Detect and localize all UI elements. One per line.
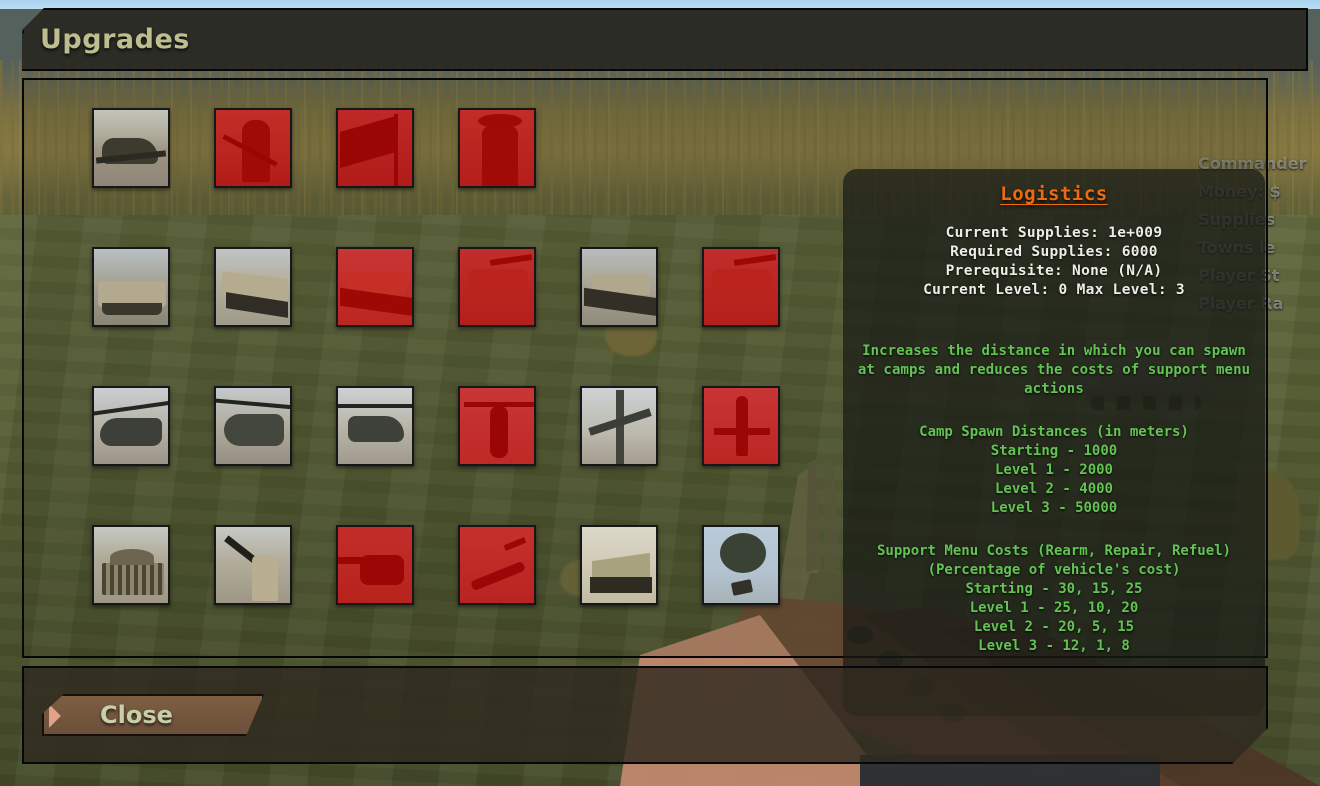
upgrade-grid-row xyxy=(92,386,824,525)
fighter-jet-upgrade-icon xyxy=(582,388,656,464)
infantry-prone-upgrade[interactable] xyxy=(92,108,170,188)
window-footer-bar: Close xyxy=(22,666,1268,764)
section-row: Level 2 - 20, 5, 15 xyxy=(973,619,1135,635)
info-section-support-costs: Support Menu Costs (Rearm, Repair, Refue… xyxy=(843,542,1265,656)
attack-helicopter-upgrade[interactable] xyxy=(458,386,536,466)
bomber-jet-upgrade[interactable] xyxy=(702,386,780,466)
infantry-rifleman-upgrade-icon xyxy=(216,110,290,186)
close-button[interactable]: Close xyxy=(42,694,264,736)
supplies-upgrade[interactable] xyxy=(92,525,170,605)
airdrop-upgrade-icon xyxy=(704,527,778,603)
section-row: Level 1 - 2000 xyxy=(994,462,1113,478)
light-tank-upgrade[interactable] xyxy=(336,247,414,327)
heavy-tank-upgrade-icon xyxy=(704,249,778,325)
upgrades-window: Upgrades Logistics Current Supplies: 1e+… xyxy=(8,8,1308,778)
section-heading: Support Menu Costs (Rearm, Repair, Refue… xyxy=(876,543,1231,559)
airstrike-upgrade-icon xyxy=(460,527,534,603)
upgrade-grid-row xyxy=(92,525,824,664)
light-tank-upgrade-icon xyxy=(338,249,412,325)
medium-tank-upgrade[interactable] xyxy=(458,247,536,327)
info-panel-description: Increases the distance in which you can … xyxy=(857,343,1251,397)
stat-required-supplies: Required Supplies: 6000 xyxy=(950,244,1158,260)
upgrade-grid-row xyxy=(92,247,824,386)
attack-helicopter-upgrade-icon xyxy=(460,388,534,464)
close-button-label: Close xyxy=(100,701,173,729)
transport-helicopter-upgrade-icon xyxy=(94,388,168,464)
page-title: Upgrades xyxy=(40,24,190,55)
scout-helicopter-upgrade-icon xyxy=(338,388,412,464)
window-title-bar: Upgrades xyxy=(22,8,1308,71)
section-heading: Camp Spawn Distances (in meters) xyxy=(919,424,1189,440)
upgrade-icon-grid xyxy=(92,108,824,664)
section-row: Level 1 - 25, 10, 20 xyxy=(969,600,1139,616)
heavy-tank-upgrade[interactable] xyxy=(702,247,780,327)
flag-banner-upgrade[interactable] xyxy=(336,108,414,188)
infantry-heavy-upgrade[interactable] xyxy=(458,108,536,188)
apc-upgrade-icon xyxy=(216,249,290,325)
bunker-upgrade-icon xyxy=(582,527,656,603)
upgrade-info-panel: Logistics Current Supplies: 1e+009 Requi… xyxy=(843,169,1265,716)
airstrike-upgrade[interactable] xyxy=(458,525,536,605)
artillery-upgrade-icon xyxy=(338,527,412,603)
supplies-upgrade-icon xyxy=(94,527,168,603)
info-section-spawn-distances: Camp Spawn Distances (in meters) Startin… xyxy=(843,423,1265,518)
flag-banner-upgrade-icon xyxy=(338,110,412,186)
main-tank-upgrade[interactable] xyxy=(580,247,658,327)
section-row: Starting - 1000 xyxy=(990,443,1118,459)
fighter-jet-upgrade[interactable] xyxy=(580,386,658,466)
upgrade-grid-row xyxy=(92,108,824,247)
artillery-upgrade[interactable] xyxy=(336,525,414,605)
infantry-heavy-upgrade-icon xyxy=(460,110,534,186)
humvee-upgrade-icon xyxy=(94,249,168,325)
transport-helicopter-upgrade[interactable] xyxy=(92,386,170,466)
humvee-upgrade[interactable] xyxy=(92,247,170,327)
arrow-left-icon xyxy=(49,704,61,728)
bunker-upgrade[interactable] xyxy=(580,525,658,605)
scout-helicopter-upgrade[interactable] xyxy=(336,386,414,466)
stat-prerequisite: Prerequisite: None (N/A) xyxy=(945,263,1163,279)
infantry-rifleman-upgrade[interactable] xyxy=(214,108,292,188)
stat-levels: Current Level: 0 Max Level: 3 xyxy=(923,282,1185,298)
medium-tank-upgrade-icon xyxy=(460,249,534,325)
section-row: Level 3 - 50000 xyxy=(990,500,1118,516)
mortar-upgrade[interactable] xyxy=(214,525,292,605)
section-row: Level 3 - 12, 1, 8 xyxy=(978,638,1130,654)
info-panel-stats: Current Supplies: 1e+009 Required Suppli… xyxy=(843,224,1265,300)
airdrop-upgrade[interactable] xyxy=(702,525,780,605)
apc-upgrade[interactable] xyxy=(214,247,292,327)
stat-current-supplies: Current Supplies: 1e+009 xyxy=(945,225,1163,241)
section-subheading: (Percentage of vehicle's cost) xyxy=(927,562,1181,578)
mortar-upgrade-icon xyxy=(216,527,290,603)
utility-helicopter-upgrade-icon xyxy=(216,388,290,464)
bomber-jet-upgrade-icon xyxy=(704,388,778,464)
upgrades-content-area: Logistics Current Supplies: 1e+009 Requi… xyxy=(22,78,1268,716)
utility-helicopter-upgrade[interactable] xyxy=(214,386,292,466)
section-row: Level 2 - 4000 xyxy=(994,481,1113,497)
main-tank-upgrade-icon xyxy=(582,249,656,325)
section-row: Starting - 30, 15, 25 xyxy=(965,581,1143,597)
info-panel-title: Logistics xyxy=(1000,183,1108,205)
infantry-prone-upgrade-icon xyxy=(94,110,168,186)
